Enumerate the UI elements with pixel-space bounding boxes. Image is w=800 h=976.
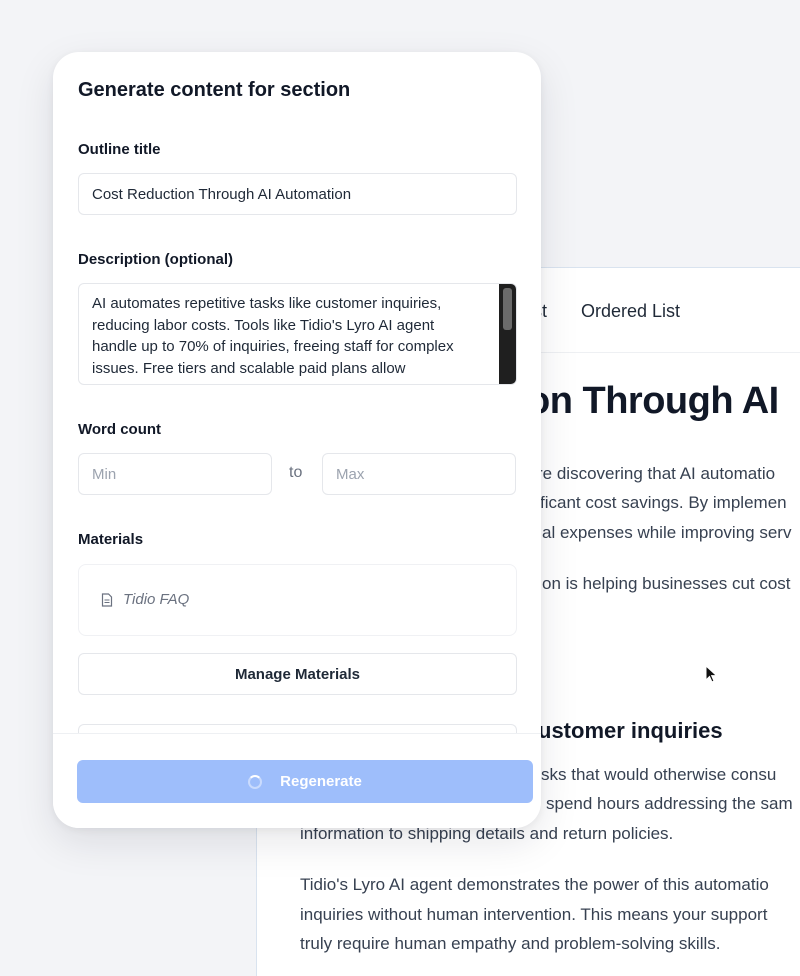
paragraph-line[interactable]: Tidio's Lyro AI agent demonstrates the p… (300, 875, 769, 895)
paragraph-line[interactable]: spend hours addressing the sam (546, 794, 793, 814)
material-item[interactable]: Tidio FAQ (101, 591, 189, 608)
paragraph-line[interactable]: on is helping businesses cut cost (542, 574, 791, 594)
paragraph-line[interactable]: al expenses while improving serv (542, 523, 791, 543)
paragraph-line[interactable]: sks that would otherwise consu (541, 765, 776, 785)
max-word-input[interactable] (322, 453, 516, 495)
paragraph-line[interactable]: ficant cost savings. By implemen (540, 493, 787, 513)
manage-materials-button[interactable]: Manage Materials (78, 653, 517, 695)
description-text: AI automates repetitive tasks like custo… (92, 293, 487, 379)
regenerate-button[interactable]: Regenerate (77, 760, 533, 803)
to-label: to (289, 464, 303, 481)
outline-title-input[interactable] (78, 173, 517, 215)
description-line: reducing labor costs. Tools like Tidio's… (92, 316, 435, 334)
material-name: Tidio FAQ (123, 591, 190, 608)
description-line: issues. Free tiers and scalable paid pla… (92, 359, 406, 377)
mouse-pointer-icon (705, 665, 718, 683)
description-line: AI automates repetitive tasks like custo… (92, 295, 442, 312)
description-line: handle up to 70% of inquiries, freeing s… (92, 338, 454, 355)
description-label: Description (optional) (78, 251, 233, 268)
document-title[interactable]: on Through AI (527, 380, 779, 423)
paragraph-line[interactable]: truly require human empathy and problem-… (300, 934, 720, 954)
section-heading[interactable]: ustomer inquiries (538, 718, 723, 744)
paragraph-line[interactable]: inquiries without human intervention. Th… (300, 905, 767, 925)
paragraph-line[interactable]: re discovering that AI automatio (537, 464, 775, 484)
generate-content-modal: Generate content for section Outline tit… (53, 52, 541, 828)
ordered-list-button[interactable]: Ordered List (581, 301, 680, 322)
document-icon (101, 592, 113, 607)
description-scrollbar[interactable] (499, 284, 516, 384)
modal-title: Generate content for section (78, 79, 351, 101)
scrollbar-thumb[interactable] (503, 288, 512, 330)
min-word-input[interactable] (78, 453, 272, 495)
description-textarea[interactable]: AI automates repetitive tasks like custo… (78, 283, 517, 385)
materials-list: Tidio FAQ (78, 564, 517, 636)
outline-title-label: Outline title (78, 141, 161, 158)
loading-spinner-icon (248, 774, 263, 789)
regenerate-label: Regenerate (280, 773, 362, 790)
materials-label: Materials (78, 531, 144, 548)
modal-footer: Regenerate (53, 733, 541, 828)
word-count-label: Word count (78, 421, 162, 438)
